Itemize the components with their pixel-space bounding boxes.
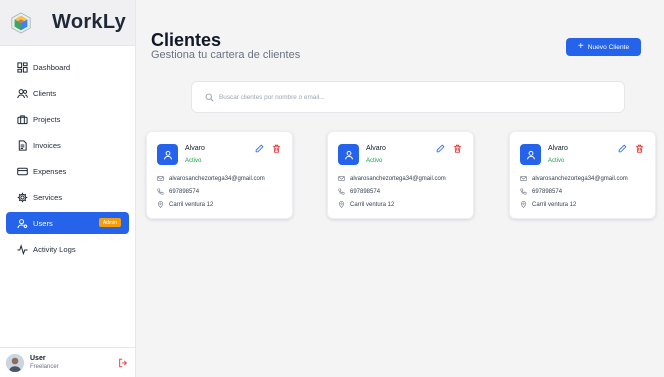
mail-icon <box>157 176 164 181</box>
logo-icon <box>11 11 31 34</box>
trash-icon[interactable] <box>272 144 281 153</box>
sidebar-item-projects[interactable]: Projects <box>6 108 129 130</box>
sidebar-item-expenses[interactable]: Expenses <box>6 160 129 182</box>
user-icon <box>163 150 172 159</box>
trash-icon[interactable] <box>453 144 462 153</box>
sidebar-item-label: Activity Logs <box>33 244 76 254</box>
location-pin-icon <box>520 201 527 208</box>
edit-icon[interactable] <box>618 144 627 153</box>
client-email: alvarosanchezortega34@gmail.com <box>169 175 265 182</box>
new-client-button[interactable]: + Nuevo Cliente <box>566 38 641 56</box>
sidebar-item-label: Services <box>33 192 63 202</box>
sidebar-item-label: Users <box>33 218 53 228</box>
client-address-row: Carril ventura 12 <box>157 201 289 208</box>
client-name: Alvaro <box>185 145 205 152</box>
page-subtitle: Gestiona tu cartera de clientes <box>151 49 301 61</box>
client-card[interactable]: Alvaro Activo alvarosanchezortega34@gmai… <box>146 131 293 219</box>
client-address-row: Carril ventura 12 <box>338 201 470 208</box>
search-bar <box>191 81 625 113</box>
dashboard-icon <box>16 61 28 73</box>
client-email-row: alvarosanchezortega34@gmail.com <box>338 175 470 182</box>
avatar[interactable] <box>6 353 24 372</box>
client-address: Carril ventura 12 <box>532 201 577 208</box>
sidebar-nav: Dashboard Clients Projects Invoices Expe… <box>0 46 135 260</box>
sidebar-item-invoices[interactable]: Invoices <box>6 134 129 156</box>
location-pin-icon <box>338 201 345 208</box>
phone-icon <box>520 188 527 195</box>
sidebar-item-activity-logs[interactable]: Activity Logs <box>6 238 129 260</box>
logout-icon[interactable] <box>118 358 128 368</box>
page-title: Clientes <box>151 30 222 50</box>
client-name: Alvaro <box>366 145 386 152</box>
search-input[interactable] <box>219 93 599 101</box>
client-email: alvarosanchezortega34@gmail.com <box>532 175 628 182</box>
edit-icon[interactable] <box>436 144 445 153</box>
client-avatar <box>157 144 178 165</box>
sidebar-item-label: Dashboard <box>33 62 71 72</box>
client-card[interactable]: Alvaro Activo alvarosanchezortega34@gmai… <box>327 131 474 219</box>
user-profile: User Freelancer <box>0 347 136 377</box>
sidebar-item-users[interactable]: Users Admin <box>6 212 129 234</box>
admin-badge: Admin <box>98 218 121 227</box>
client-phone: 697898574 <box>169 188 200 195</box>
mail-icon <box>338 176 345 181</box>
client-email-row: alvarosanchezortega34@gmail.com <box>157 175 289 182</box>
search-icon <box>205 93 214 102</box>
sidebar-item-label: Expenses <box>33 166 67 176</box>
user-icon <box>344 150 353 159</box>
sidebar-item-clients[interactable]: Clients <box>6 82 129 104</box>
client-phone-row: 697898574 <box>157 188 289 195</box>
client-phone-row: 697898574 <box>338 188 470 195</box>
client-name: Alvaro <box>548 145 568 152</box>
user-role: Freelancer <box>30 364 59 370</box>
client-phone: 697898574 <box>350 188 381 195</box>
user-name: User <box>30 355 46 362</box>
client-phone: 697898574 <box>532 188 563 195</box>
client-address: Carril ventura 12 <box>350 201 395 208</box>
sidebar-item-services[interactable]: Services <box>6 186 129 208</box>
phone-icon <box>157 188 164 195</box>
mail-icon <box>520 176 527 181</box>
client-status: Activo <box>185 158 202 164</box>
location-pin-icon <box>157 201 164 208</box>
client-status: Activo <box>548 158 565 164</box>
client-avatar <box>520 144 541 165</box>
user-icon <box>526 150 535 159</box>
client-email: alvarosanchezortega34@gmail.com <box>350 175 446 182</box>
new-client-label: Nuevo Cliente <box>587 43 630 51</box>
client-email-row: alvarosanchezortega34@gmail.com <box>520 175 652 182</box>
app-name: WorkLy <box>52 11 127 33</box>
users-icon <box>16 217 28 229</box>
sidebar-item-dashboard[interactable]: Dashboard <box>6 56 129 78</box>
sidebar: WorkLy Dashboard Clients Projects Invoic… <box>0 0 136 377</box>
client-phone-row: 697898574 <box>520 188 652 195</box>
invoice-icon <box>16 139 28 151</box>
client-card[interactable]: Alvaro Activo alvarosanchezortega34@gmai… <box>509 131 656 219</box>
clients-icon <box>16 87 28 99</box>
gear-icon <box>16 191 28 203</box>
plus-icon: + <box>577 41 584 52</box>
sidebar-item-label: Projects <box>33 114 61 124</box>
client-address: Carril ventura 12 <box>169 201 214 208</box>
sidebar-item-label: Clients <box>33 88 57 98</box>
activity-icon <box>16 243 28 255</box>
client-status: Activo <box>366 158 383 164</box>
credit-card-icon <box>16 165 28 177</box>
sidebar-item-label: Invoices <box>33 140 61 150</box>
client-avatar <box>338 144 359 165</box>
brand[interactable]: WorkLy <box>0 0 135 46</box>
briefcase-icon <box>16 113 28 125</box>
trash-icon[interactable] <box>635 144 644 153</box>
phone-icon <box>338 188 345 195</box>
edit-icon[interactable] <box>255 144 264 153</box>
client-address-row: Carril ventura 12 <box>520 201 652 208</box>
